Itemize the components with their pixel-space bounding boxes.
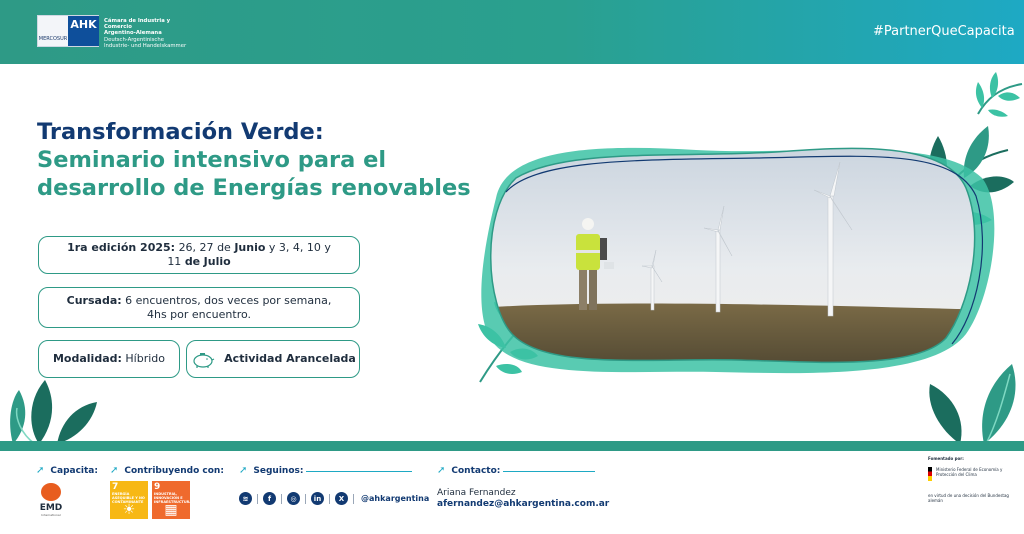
contacto-label: Contacto:: [451, 465, 501, 476]
seguinos-label: Seguinos:: [253, 465, 304, 476]
cursada-pill: Cursada: 6 encuentros, dos veces por sem…: [38, 287, 360, 328]
divider: [329, 493, 330, 504]
edition-label: 1ra edición 2025:: [67, 241, 176, 254]
emd-name: EMD: [39, 503, 63, 513]
cursada-text1: 6 encuentros, dos veces por semana,: [125, 293, 332, 307]
title-line2: Seminario intensivo para el: [37, 147, 387, 173]
sdg7-badge: 7 ENERGÍA ASEQUIBLE Y NO CONTAMINANTE ☀: [110, 481, 148, 519]
emd-logo-icon: [41, 483, 61, 501]
divider: [306, 471, 412, 472]
capacita-heading: ➚ Capacita:: [36, 465, 98, 476]
leaf-icon: [10, 380, 97, 444]
fomentado-label: Fomentado por:: [928, 456, 964, 461]
sun-icon: ☀: [122, 502, 136, 518]
piggy-bank-icon: [193, 353, 215, 368]
emd-logo[interactable]: EMD International: [33, 483, 69, 523]
emd-sub: International: [41, 513, 61, 517]
edition-days1: 26, 27: [178, 241, 214, 254]
fomentado-block: Fomentado por: Ministerio Federal de Eco…: [928, 456, 1018, 503]
chamber-name-line3: Deutsch-Argentinische: [104, 36, 164, 43]
cursada-label: Cursada:: [66, 293, 122, 307]
sdg9-num: 9: [154, 482, 161, 492]
arrow-icon: ➚: [437, 465, 446, 476]
facebook-icon[interactable]: f: [263, 492, 276, 505]
ahk-logo-text: AHK: [68, 16, 99, 46]
social-handle[interactable]: @ahkargentina: [361, 494, 429, 503]
arancel-label: Actividad Arancelada: [224, 352, 356, 365]
arancel-pill: Actividad Arancelada: [186, 340, 360, 378]
divider: [503, 471, 595, 472]
divider: [353, 493, 354, 504]
chamber-name-line4: Industrie- und Handelskammer: [104, 42, 187, 49]
modalidad-pill: Modalidad: Híbrido: [38, 340, 180, 378]
title-line3: desarrollo de Energías renovables: [37, 175, 471, 201]
edition-month2: Julio: [203, 255, 231, 268]
mercosur-logo-text: MERCOSUR: [38, 16, 68, 46]
sdg7-num: 7: [112, 482, 119, 492]
modalidad-label: Modalidad:: [52, 352, 122, 365]
arrow-icon: ➚: [239, 465, 248, 476]
edition-month1: Junio: [234, 241, 266, 254]
cursada-text2: 4hs por encuentro.: [146, 307, 252, 321]
capacita-label: Capacita:: [50, 465, 98, 476]
footer-band: [0, 441, 1024, 451]
divider: [305, 493, 306, 504]
german-flag-icon: [928, 467, 932, 481]
ministry-note: en virtud de una decisión del Bundestag …: [928, 493, 1009, 503]
cubes-icon: ▦: [164, 502, 178, 518]
divider: [257, 493, 258, 504]
leaf-icon: [975, 72, 1023, 117]
edition-de2: de: [184, 255, 201, 268]
chamber-name: Cámara de Industria y Comercio Argentino…: [104, 18, 194, 49]
sdg9-badge: 9 INDUSTRIA, INNOVACIÓN E INFRAESTRUCTUR…: [152, 481, 192, 519]
contact-email[interactable]: afernandez@ahkargentina.com.ar: [437, 499, 609, 509]
contact-name: Ariana Fernandez: [437, 488, 516, 498]
ahk-logo[interactable]: MERCOSUR AHK: [37, 15, 99, 47]
instagram-icon[interactable]: ◎: [287, 492, 300, 505]
contribuyendo-heading: ➚ Contribuyendo con:: [110, 465, 224, 476]
page-title: Transformación Verde: Seminario intensiv…: [37, 118, 477, 202]
arrow-icon: ➚: [110, 465, 119, 476]
modalidad-value: Híbrido: [125, 352, 166, 365]
ministry-name: Ministerio Federal de Economía y Protecc…: [936, 467, 1003, 477]
seguinos-heading: ➚ Seguinos:: [239, 465, 303, 476]
social-links: ≋ f ◎ in X @ahkargentina: [239, 492, 429, 505]
contacto-heading: ➚ Contacto:: [437, 465, 500, 476]
hero-image: [481, 147, 995, 374]
dates-pill: 1ra edición 2025: 26, 27 de Junio y 3, 4…: [38, 236, 360, 274]
x-icon[interactable]: X: [335, 492, 348, 505]
title-line1: Transformación Verde:: [37, 119, 324, 145]
spotify-icon[interactable]: ≋: [239, 492, 252, 505]
hashtag: #PartnerQueCapacita: [873, 24, 1015, 39]
linkedin-icon[interactable]: in: [311, 492, 324, 505]
arrow-icon: ➚: [36, 465, 45, 476]
chamber-name-line1: Cámara de Industria y Comercio: [104, 18, 171, 31]
contribuyendo-label: Contribuyendo con:: [124, 465, 224, 476]
edition-de1: de: [217, 241, 231, 254]
divider: [281, 493, 282, 504]
